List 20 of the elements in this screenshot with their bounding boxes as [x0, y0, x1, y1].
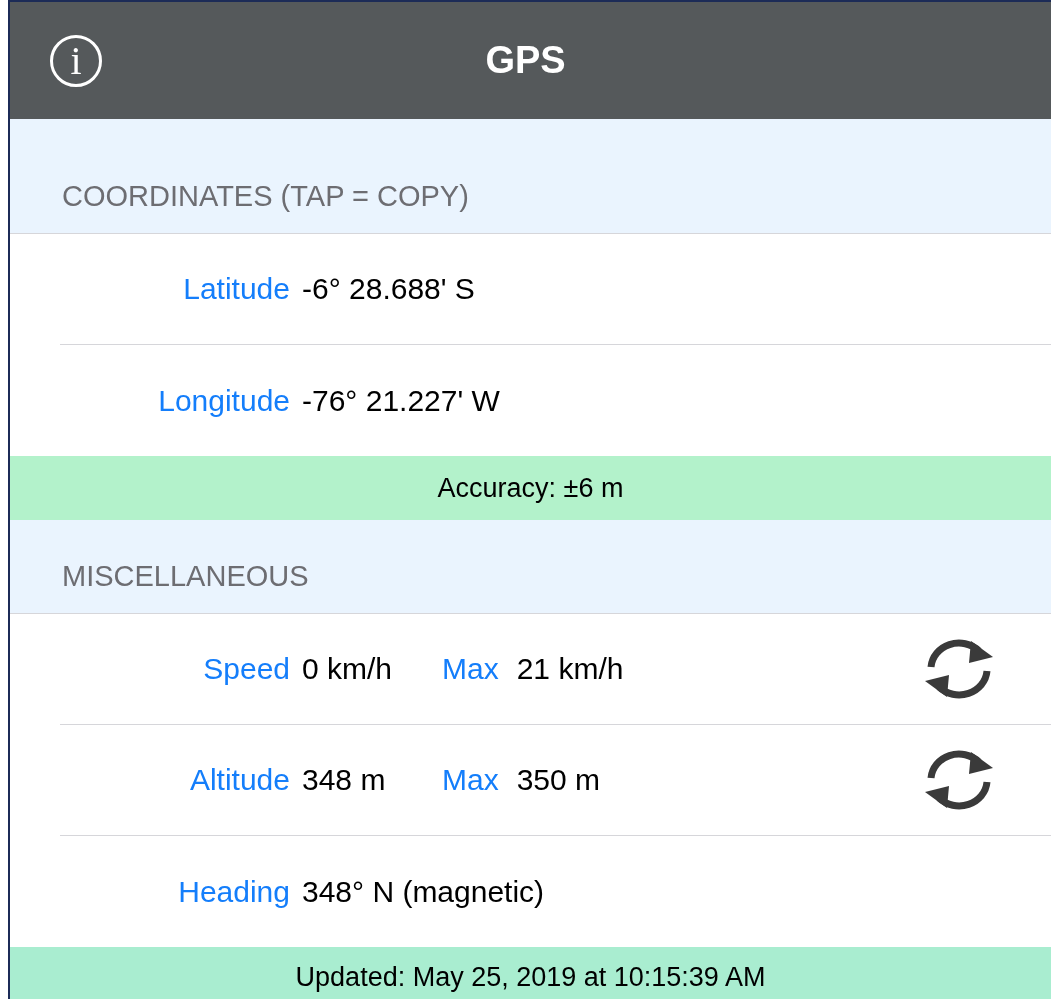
max-value: 21 km/h [516, 652, 624, 686]
field-label: Latitude [182, 272, 290, 306]
field-value[interactable]: -76° 21.227' W [302, 383, 500, 418]
field-label: Heading [177, 874, 290, 909]
field-value[interactable]: -6° 28.688' S [302, 272, 475, 306]
max-label: Max [442, 652, 499, 686]
status-text: Updated: May 25, 2019 at 10:15:39 AM [295, 961, 766, 993]
field-value[interactable]: 348° N (magnetic) [302, 874, 545, 909]
field-label: Altitude [188, 763, 290, 797]
status-text: Accuracy: ±6 m [437, 472, 624, 504]
field-label: Longitude [157, 383, 290, 418]
info-button[interactable]: i [50, 35, 102, 87]
screen-title: GPS [485, 39, 566, 82]
max-value: 350 m [516, 763, 601, 797]
field-label: Speed [202, 652, 290, 686]
max-label: Max [442, 763, 499, 797]
field-value[interactable]: 0 km/h [302, 652, 442, 686]
section-header: COORDINATES (TAP = COPY) [62, 180, 469, 213]
field-value[interactable]: 348 m [302, 763, 442, 797]
section-header: MISCELLANEOUS [62, 560, 309, 593]
